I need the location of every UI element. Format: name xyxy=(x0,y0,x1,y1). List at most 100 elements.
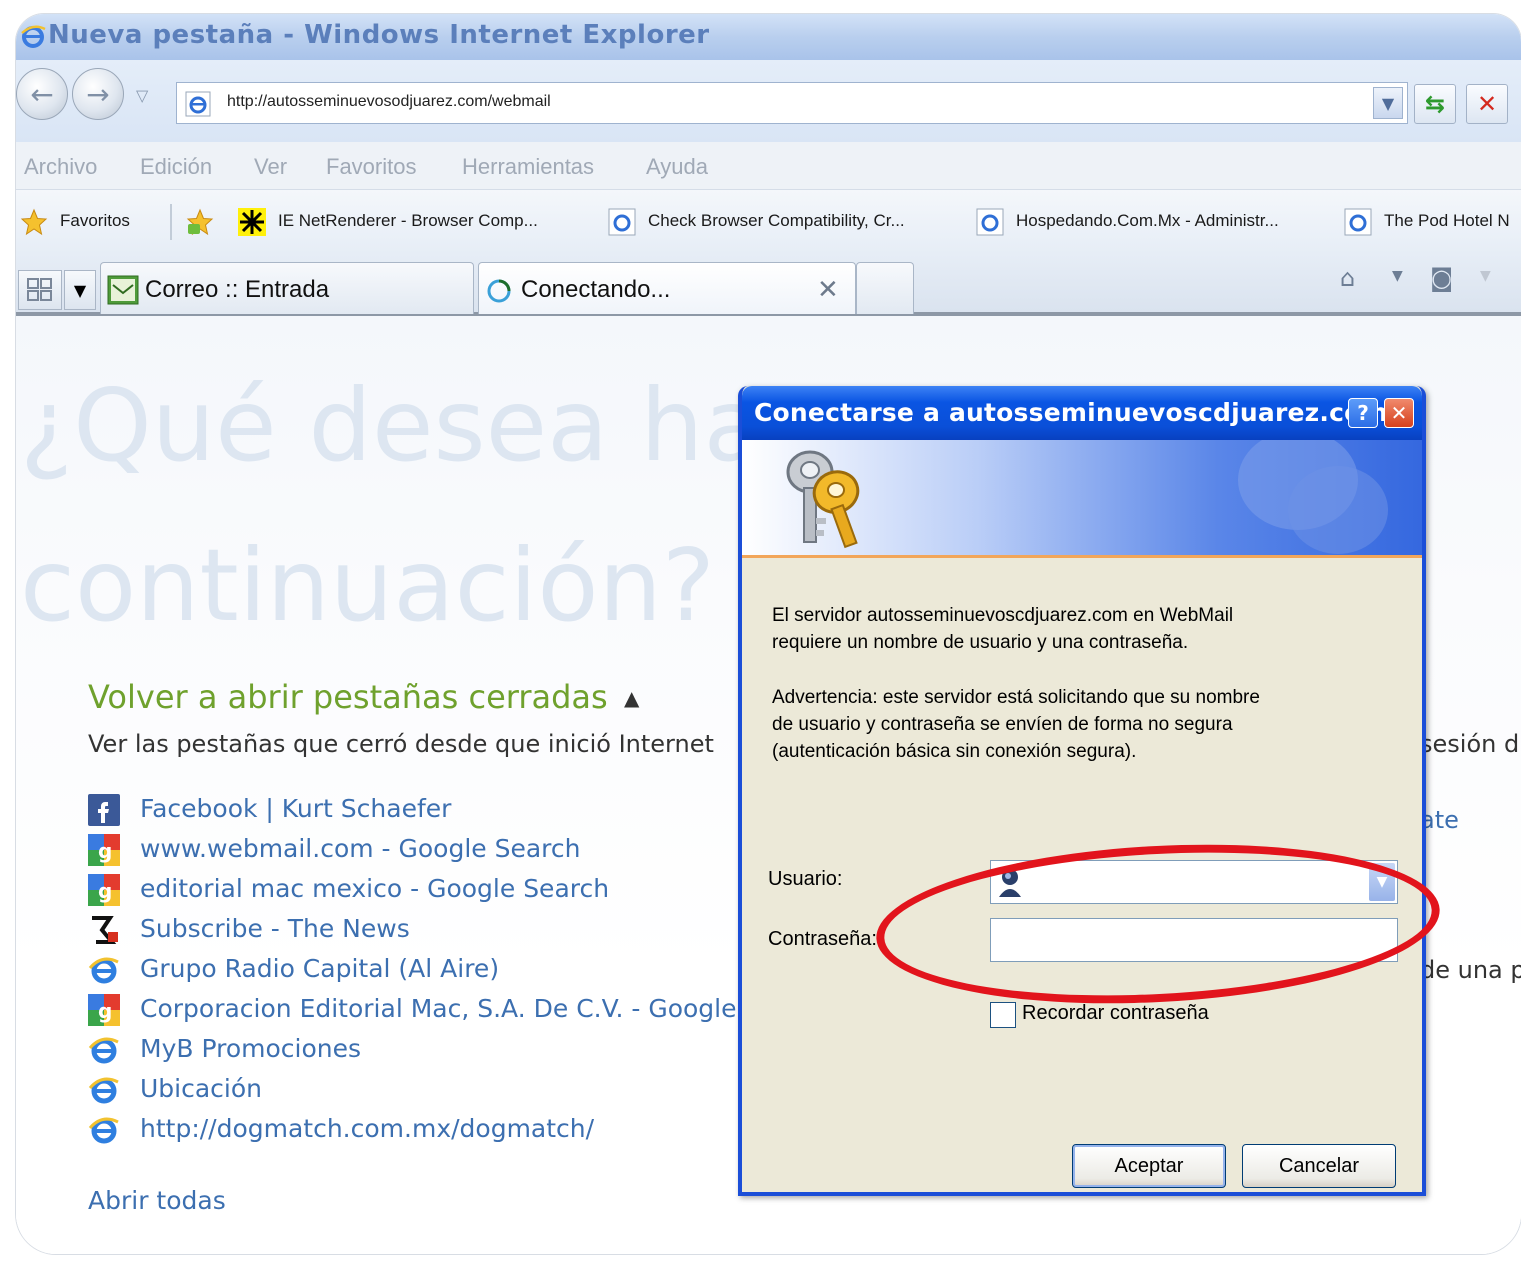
google-icon: g xyxy=(88,834,120,866)
google-icon: g xyxy=(88,874,120,906)
triangle-down-icon: ▼ xyxy=(73,281,87,300)
ie-icon xyxy=(88,957,119,984)
facebook-icon xyxy=(88,794,120,826)
fav-link-pod-hotel[interactable]: The Pod Hotel N xyxy=(1384,211,1510,231)
address-bar[interactable]: http://autosseminuevosodjuarez.com/webma… xyxy=(176,82,1408,124)
title-bar: Nueva pestaña - Windows Internet Explore… xyxy=(16,14,1521,60)
closed-tab-link[interactable]: www.webmail.com - Google Search xyxy=(140,834,581,863)
back-button[interactable]: ← xyxy=(16,68,68,120)
refresh-button[interactable]: ⇆ xyxy=(1414,84,1456,124)
server-message: El servidor autosseminuevoscdjuarez.com … xyxy=(772,602,1392,656)
remember-password-label[interactable]: Recordar contraseña xyxy=(1022,1002,1209,1025)
feeds-dropdown-icon[interactable]: ▼ xyxy=(1480,268,1491,284)
netrenderer-icon xyxy=(238,208,266,236)
right-column-text: de una p xyxy=(1420,956,1521,984)
favorites-separator xyxy=(170,204,172,240)
remember-password-checkbox[interactable] xyxy=(990,1002,1016,1028)
ie-icon xyxy=(88,1117,119,1144)
list-item[interactable]: Facebook | Kurt Schaefer xyxy=(88,790,788,830)
ie-icon xyxy=(88,1077,119,1104)
quick-tabs-icon xyxy=(27,278,52,301)
fav-link-netrenderer[interactable]: IE NetRenderer - Browser Comp... xyxy=(278,211,538,231)
back-arrow-icon: ← xyxy=(30,77,54,111)
fav-link-check-browser[interactable]: Check Browser Compatibility, Cr... xyxy=(648,211,905,231)
ok-button[interactable]: Aceptar xyxy=(1072,1144,1226,1188)
ie-page-icon xyxy=(608,208,636,236)
fav-link-hospedando[interactable]: Hospedando.Com.Mx - Administr... xyxy=(1016,211,1279,231)
collapse-caret-icon[interactable]: ▲ xyxy=(624,686,639,710)
ie-icon xyxy=(88,1037,119,1064)
roundcube-mail-icon xyxy=(107,275,139,305)
keys-icon xyxy=(786,450,860,549)
feed-icon xyxy=(92,916,118,944)
forward-button[interactable]: → xyxy=(72,68,124,120)
closed-tabs-list: Facebook | Kurt Schaefer g www.webmail.c… xyxy=(88,790,788,1150)
help-button[interactable]: ? xyxy=(1348,398,1378,428)
feeds-icon[interactable]: ◙ xyxy=(1430,264,1453,292)
closed-tab-link[interactable]: http://dogmatch.com.mx/dogmatch/ xyxy=(140,1114,594,1143)
home-icon[interactable]: ⌂ xyxy=(1340,264,1355,292)
ie-logo-icon xyxy=(21,25,46,48)
menu-archivo[interactable]: Archivo xyxy=(24,154,97,180)
google-icon: g xyxy=(88,994,120,1026)
close-button[interactable]: ✕ xyxy=(1384,398,1414,428)
message-line: Advertencia: este servidor está solicita… xyxy=(772,687,1260,708)
list-item[interactable]: http://dogmatch.com.mx/dogmatch/ xyxy=(88,1110,788,1150)
menu-ver[interactable]: Ver xyxy=(254,154,287,180)
list-item[interactable]: g editorial mac mexico - Google Search xyxy=(88,870,788,910)
closed-tab-link[interactable]: Facebook | Kurt Schaefer xyxy=(140,794,451,823)
list-item[interactable]: Ubicación xyxy=(88,1070,788,1110)
ie-page-icon xyxy=(1344,208,1372,236)
warning-message: Advertencia: este servidor está solicita… xyxy=(772,684,1392,765)
message-line: de usuario y contraseña se envíen de for… xyxy=(772,714,1233,735)
closed-tab-link[interactable]: editorial mac mexico - Google Search xyxy=(140,874,609,903)
menu-favoritos[interactable]: Favoritos xyxy=(326,154,416,180)
tab-correo[interactable]: Correo :: Entrada xyxy=(100,262,474,314)
list-item[interactable]: Subscribe - The News xyxy=(88,910,788,950)
favorites-button[interactable]: Favoritos xyxy=(60,211,130,231)
auth-dialog: Conectarse a autosseminuevoscdjuarez.com… xyxy=(738,386,1426,1196)
home-dropdown-icon[interactable]: ▼ xyxy=(1392,268,1403,284)
tab-label: Correo :: Entrada xyxy=(145,276,330,303)
history-dropdown-icon[interactable]: ▽ xyxy=(136,86,148,105)
list-item[interactable]: Grupo Radio Capital (Al Aire) xyxy=(88,950,788,990)
star-icon xyxy=(20,208,48,236)
closed-tab-link[interactable]: MyB Promociones xyxy=(140,1034,361,1063)
add-favorite-icon[interactable] xyxy=(186,208,214,236)
close-icon: ✕ xyxy=(1390,401,1408,425)
forward-arrow-icon: → xyxy=(86,77,110,111)
reopen-closed-tabs-title[interactable]: Volver a abrir pestañas cerradas xyxy=(88,678,608,716)
help-icon: ? xyxy=(1357,401,1369,425)
address-dropdown-button[interactable]: ▼ xyxy=(1373,87,1403,119)
password-label: Contraseña: xyxy=(768,928,877,950)
refresh-icon: ⇆ xyxy=(1424,90,1446,118)
quick-tabs-button[interactable] xyxy=(18,270,62,310)
cancel-button[interactable]: Cancelar xyxy=(1242,1144,1396,1188)
dialog-title-bar: Conectarse a autosseminuevoscdjuarez.com… xyxy=(742,386,1422,440)
new-tab-button[interactable] xyxy=(856,262,914,314)
tab-conectando[interactable]: Conectando... ✕ xyxy=(478,262,856,314)
menu-ayuda[interactable]: Ayuda xyxy=(646,154,708,180)
svg-text:g: g xyxy=(98,879,112,903)
reopen-session-text: sesión d xyxy=(1420,730,1520,758)
list-item[interactable]: MyB Promociones xyxy=(88,1030,788,1070)
closed-tab-link[interactable]: Subscribe - The News xyxy=(140,914,410,943)
menu-bar: Archivo Edición Ver Favoritos Herramient… xyxy=(16,142,1521,190)
tab-list-button[interactable]: ▼ xyxy=(64,270,96,310)
svg-text:g: g xyxy=(98,839,112,863)
closed-tab-link[interactable]: Grupo Radio Capital (Al Aire) xyxy=(140,954,499,983)
open-all-link[interactable]: Abrir todas xyxy=(88,1186,226,1215)
svg-text:g: g xyxy=(98,999,112,1023)
close-tab-icon[interactable]: ✕ xyxy=(817,275,839,305)
chevron-down-icon: ▼ xyxy=(1381,93,1395,113)
tab-row: ▼ Correo :: Entrada Conectando... ✕ ⌂ ▼ … xyxy=(16,254,1521,316)
list-item[interactable]: g Corporacion Editorial Mac, S.A. De C.V… xyxy=(88,990,788,1030)
url-text[interactable]: http://autosseminuevosodjuarez.com/webma… xyxy=(227,93,551,111)
menu-edicion[interactable]: Edición xyxy=(140,154,212,180)
stop-button[interactable]: ✕ xyxy=(1466,84,1508,124)
closed-tab-link[interactable]: Corporacion Editorial Mac, S.A. De C.V. … xyxy=(140,994,737,1023)
closed-tab-link[interactable]: Ubicación xyxy=(140,1074,262,1103)
menu-herramientas[interactable]: Herramientas xyxy=(462,154,594,180)
list-item[interactable]: g www.webmail.com - Google Search xyxy=(88,830,788,870)
ie-page-icon xyxy=(185,91,211,117)
